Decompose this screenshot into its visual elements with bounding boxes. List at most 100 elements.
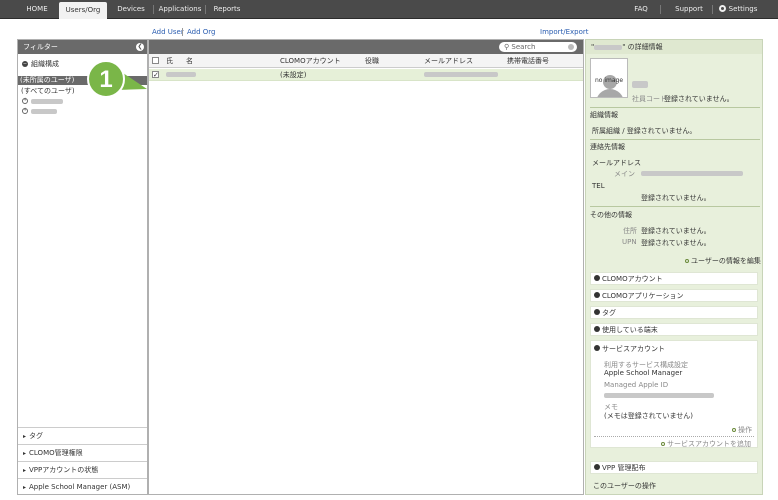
employee-code-value: 登録されていません。 bbox=[664, 95, 734, 103]
row-clomo-account: (未設定) bbox=[280, 71, 307, 79]
search-input[interactable]: ⚲ Search bbox=[499, 42, 577, 52]
accordion-tag[interactable]: タグ bbox=[590, 306, 758, 319]
divider bbox=[590, 139, 760, 140]
collapse-panel-icon[interactable]: ❮ bbox=[136, 43, 144, 51]
accordion-clomo-account[interactable]: CLOMOアカウント bbox=[590, 272, 758, 285]
nav-devices[interactable]: Devices bbox=[112, 0, 150, 19]
column-first-name[interactable]: 名 bbox=[186, 54, 193, 68]
redacted-org-name bbox=[31, 98, 63, 104]
expand-icon bbox=[594, 326, 600, 332]
column-email[interactable]: メールアドレス bbox=[424, 54, 473, 68]
org-structure-label: 組織構成 bbox=[31, 60, 59, 68]
user-operation-heading: このユーザーの操作 bbox=[593, 482, 656, 490]
column-mobile[interactable]: 携帯電話番号 bbox=[507, 54, 549, 68]
memo-value: (メモは登録されていません) bbox=[604, 412, 694, 420]
accordion-clomo-application[interactable]: CLOMOアプリケーション bbox=[590, 289, 758, 302]
gear-icon bbox=[718, 5, 726, 12]
edit-user-link[interactable]: ユーザーの情報を編集 bbox=[685, 256, 761, 266]
nav-support[interactable]: Support bbox=[670, 0, 708, 19]
accordion-label: CLOMOアプリケーション bbox=[602, 292, 684, 300]
nav-applications[interactable]: Applications bbox=[157, 0, 203, 19]
filter-title: フィルター bbox=[23, 43, 58, 51]
filter-label: タグ bbox=[29, 432, 44, 440]
filter-header: フィルター ❮ bbox=[18, 40, 147, 54]
callout-badge: 1 bbox=[87, 60, 147, 98]
import-export-link[interactable]: Import/Export bbox=[540, 28, 589, 36]
tree-item-org[interactable] bbox=[22, 107, 57, 115]
tree-item-label: (未所属のユーザ) bbox=[20, 76, 75, 84]
tree-item-org[interactable] bbox=[22, 97, 63, 105]
tree-item-label: (すべてのユーザ) bbox=[21, 87, 75, 95]
nav-divider bbox=[153, 5, 154, 14]
add-icon bbox=[661, 442, 665, 446]
list-toolbar: ⚲ Search bbox=[149, 40, 583, 54]
add-service-account-label: サービスアカウントを追加 bbox=[667, 440, 751, 448]
redacted-org-name bbox=[31, 108, 57, 114]
redacted-user-name bbox=[594, 44, 623, 50]
column-last-name[interactable]: 氏 bbox=[166, 54, 173, 68]
column-clomo-account[interactable]: CLOMOアカウント bbox=[280, 54, 341, 68]
collapse-icon bbox=[594, 345, 600, 351]
accordion-label: 使用している端末 bbox=[602, 326, 658, 334]
dotted-divider bbox=[594, 436, 754, 437]
service-config-value: Apple School Manager bbox=[604, 369, 683, 377]
edit-user-label: ユーザーの情報を編集 bbox=[691, 257, 761, 265]
operation-link[interactable]: 操作 bbox=[732, 425, 752, 435]
nav-home[interactable]: HOME bbox=[18, 0, 56, 19]
details-panel: " " の詳細情報 no image 社員コード 登録されていません。 組織情報 … bbox=[585, 39, 763, 495]
add-org-link[interactable]: Add Org bbox=[187, 28, 216, 36]
filter-label: Apple School Manager (ASM) bbox=[29, 483, 131, 491]
employee-code-label: 社員コード bbox=[632, 95, 667, 103]
clear-search-icon[interactable] bbox=[568, 44, 574, 50]
callout-number: 1 bbox=[99, 66, 112, 93]
tree-item-all-users[interactable]: (すべてのユーザ) bbox=[21, 86, 75, 96]
service-account-header[interactable]: サービスアカウント bbox=[594, 344, 665, 354]
expand-icon bbox=[22, 107, 28, 114]
tel-label: TEL bbox=[592, 182, 605, 190]
row-checkbox[interactable]: ✓ bbox=[152, 71, 159, 79]
filter-tag[interactable]: ▸ タグ bbox=[18, 427, 147, 443]
search-icon: ⚲ bbox=[504, 43, 510, 51]
filter-vpp-account[interactable]: ▸ VPPアカウントの状態 bbox=[18, 461, 147, 477]
expand-icon bbox=[594, 464, 600, 470]
column-title[interactable]: 役職 bbox=[365, 54, 379, 68]
email-address-label: メールアドレス bbox=[592, 159, 641, 167]
filter-label: VPPアカウントの状態 bbox=[29, 466, 99, 474]
nav-reports[interactable]: Reports bbox=[209, 0, 245, 19]
nav-divider bbox=[660, 5, 661, 14]
expand-icon bbox=[22, 97, 28, 104]
filter-clomo-admin[interactable]: ▸ CLOMO管理権限 bbox=[18, 444, 147, 460]
nav-settings[interactable]: Settings bbox=[718, 0, 758, 19]
managed-apple-id-label: Managed Apple ID bbox=[604, 381, 669, 389]
triangle-right-icon: ▸ bbox=[23, 484, 27, 491]
nav-users-org[interactable]: Users/Org bbox=[59, 2, 107, 19]
tel-value: 登録されていません。 bbox=[641, 194, 711, 202]
accordion-devices[interactable]: 使用している端末 bbox=[590, 323, 758, 336]
collapse-icon: − bbox=[22, 61, 28, 67]
filter-asm[interactable]: ▸ Apple School Manager (ASM) bbox=[18, 478, 147, 494]
service-account-title: サービスアカウント bbox=[602, 345, 665, 353]
nav-divider bbox=[712, 5, 713, 14]
filter-label: CLOMO管理権限 bbox=[29, 449, 83, 457]
add-service-account-link[interactable]: サービスアカウントを追加 bbox=[661, 439, 751, 449]
select-all-checkbox[interactable] bbox=[152, 57, 159, 64]
accordion-label: タグ bbox=[602, 309, 616, 317]
accordion-label: VPP 管理配布 bbox=[602, 464, 646, 472]
org-structure-toggle[interactable]: − 組織構成 bbox=[22, 59, 59, 69]
triangle-right-icon: ▸ bbox=[23, 467, 27, 474]
section-org-info: 組織情報 bbox=[590, 111, 618, 119]
accordion-label: CLOMOアカウント bbox=[602, 275, 663, 283]
add-user-link[interactable]: Add User bbox=[152, 28, 184, 36]
divider bbox=[590, 107, 760, 108]
top-nav: HOME Users/Org Devices Applications Repo… bbox=[0, 0, 778, 19]
table-header: 氏 名 CLOMOアカウント 役職 メールアドレス 携帯電話番号 bbox=[149, 54, 583, 68]
table-row[interactable]: ✓ (未設定) bbox=[149, 69, 583, 81]
nav-faq[interactable]: FAQ bbox=[628, 0, 654, 19]
service-account-section: サービスアカウント 利用するサービス構成設定 Apple School Mana… bbox=[590, 340, 758, 448]
accordion-vpp-distribution[interactable]: VPP 管理配布 bbox=[590, 461, 758, 474]
triangle-right-icon: ▸ bbox=[23, 450, 27, 457]
main-email-label: メイン bbox=[614, 170, 635, 178]
user-list-panel: ⚲ Search 氏 名 CLOMOアカウント 役職 メールアドレス 携帯電話番… bbox=[148, 39, 584, 495]
divider bbox=[590, 206, 760, 207]
filter-panel: フィルター ❮ −組織構成 (未所属のユーザ) (すべてのユーザ) ▸タグ ▸C… bbox=[17, 39, 148, 495]
